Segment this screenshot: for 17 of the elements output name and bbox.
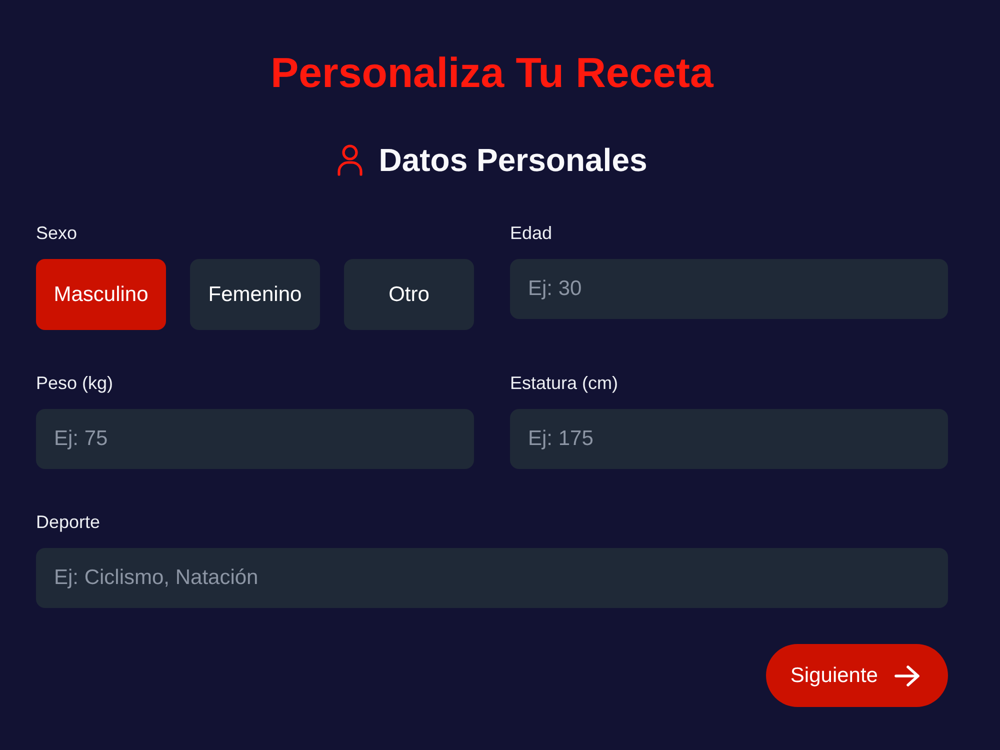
- page-title: Personaliza Tu Receta: [270, 48, 715, 98]
- input-field[interactable]: Ej: 30: [510, 259, 948, 319]
- field-label: Peso (kg): [36, 372, 114, 394]
- field-label: Sexo: [36, 222, 78, 244]
- field-label: Estatura (cm): [510, 372, 618, 394]
- field-label: Deporte: [36, 511, 100, 533]
- input-field[interactable]: Ej: 175: [510, 409, 948, 469]
- field-label: Edad: [510, 222, 552, 244]
- input-field[interactable]: Ej: Ciclismo, Natación: [36, 548, 948, 608]
- option-button[interactable]: Otro: [344, 259, 474, 330]
- next-button[interactable]: Siguiente: [766, 644, 948, 707]
- option-button[interactable]: Masculino: [36, 259, 166, 330]
- arrow-right-icon: [894, 664, 920, 686]
- option-button[interactable]: Femenino: [190, 259, 320, 330]
- input-field[interactable]: Ej: 75: [36, 409, 474, 469]
- person-icon: [336, 144, 363, 176]
- section-title: Datos Personales: [378, 141, 648, 180]
